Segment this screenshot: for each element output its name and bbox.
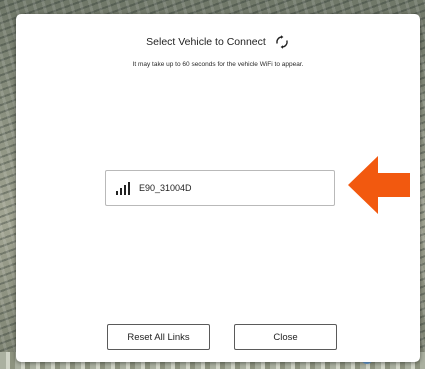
wifi-signal-icon	[115, 180, 131, 196]
dialog-title: Select Vehicle to Connect	[146, 36, 266, 48]
close-button[interactable]: Close	[234, 324, 337, 350]
network-name: E90_31004D	[139, 183, 192, 193]
network-list-item[interactable]: E90_31004D	[105, 170, 335, 206]
dialog-header: Select Vehicle to Connect	[16, 33, 420, 51]
reset-all-links-button[interactable]: Reset All Links	[107, 324, 210, 350]
dialog-subtitle: It may take up to 60 seconds for the veh…	[132, 61, 304, 68]
refresh-icon[interactable]	[274, 34, 290, 50]
arrow-left-icon	[348, 156, 410, 214]
